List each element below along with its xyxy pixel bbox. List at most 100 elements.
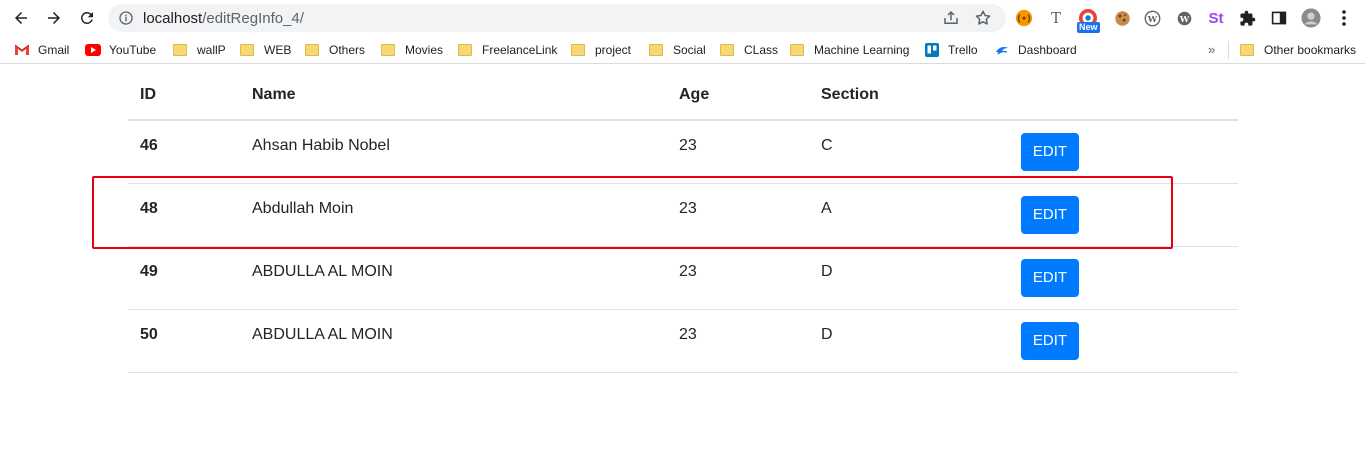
bookmark-youtube[interactable]: YouTube xyxy=(85,41,156,59)
folder-icon xyxy=(790,44,804,56)
folder-icon xyxy=(240,44,254,56)
forward-button[interactable] xyxy=(42,6,66,30)
wordpress-icon[interactable]: W xyxy=(1142,8,1162,28)
url-text[interactable]: localhost/editRegInfo_4/ xyxy=(143,10,304,27)
side-panel-icon[interactable] xyxy=(1269,8,1289,28)
wordpress-secondary-icon[interactable]: W xyxy=(1174,8,1194,28)
cell-section-value: D xyxy=(821,325,833,343)
browser-toolbar: localhost/editRegInfo_4/ (•) T New W W S… xyxy=(0,0,1365,36)
t-extension-icon[interactable]: T xyxy=(1046,8,1066,28)
other-bookmarks-label: Other bookmarks xyxy=(1264,43,1357,57)
back-button[interactable] xyxy=(9,6,33,30)
svg-text:W: W xyxy=(1178,14,1189,24)
cell-section-value: A xyxy=(821,199,832,217)
folder-icon xyxy=(571,44,585,56)
table-row: 50 ABDULLA AL MOIN 23 D EDIT xyxy=(128,309,1238,373)
table-row: 46 Ahsan Habib Nobel 23 C EDIT xyxy=(128,120,1238,184)
folder-icon xyxy=(305,44,319,56)
folder-icon xyxy=(720,44,734,56)
cell-age: 23 xyxy=(667,309,809,373)
bookmarks-bar: Gmail YouTube wallP WEB Others Movies Fr… xyxy=(0,36,1365,64)
cell-section: A EDIT xyxy=(809,183,1238,247)
bookmark-label: Machine Learning xyxy=(814,43,910,57)
bookmark-label: Others xyxy=(329,43,366,57)
table-row: 48 Abdullah Moin 23 A EDIT xyxy=(128,183,1238,247)
bookmark-star-icon[interactable] xyxy=(974,9,992,27)
bookmark-label: Movies xyxy=(405,43,444,57)
forward-arrow-icon xyxy=(48,12,60,24)
edit-button[interactable]: EDIT xyxy=(1021,133,1079,171)
cell-name: Abdullah Moin xyxy=(240,183,667,247)
svg-text:W: W xyxy=(1146,14,1157,24)
cell-name: ABDULLA AL MOIN xyxy=(240,309,667,373)
address-bar[interactable]: localhost/editRegInfo_4/ xyxy=(108,4,1006,32)
cell-name: Ahsan Habib Nobel xyxy=(240,120,667,184)
youtube-icon xyxy=(85,43,101,57)
column-header-age: Age xyxy=(667,70,809,121)
cookie-icon[interactable] xyxy=(1112,8,1132,28)
folder-icon xyxy=(1240,44,1254,56)
table-row: 49 ABDULLA AL MOIN 23 D EDIT xyxy=(128,246,1238,310)
bookmark-label: WEB xyxy=(264,43,292,57)
bookmark-label: Social xyxy=(673,43,706,57)
url-host: localhost xyxy=(143,10,203,27)
cell-id: 48 xyxy=(128,183,240,247)
bookmark-wallp[interactable]: wallP xyxy=(173,41,226,59)
trello-icon xyxy=(924,43,940,57)
bookmark-label: Dashboard xyxy=(1018,43,1077,57)
cell-section-value: D xyxy=(821,262,833,280)
folder-icon xyxy=(173,44,187,56)
edit-button[interactable]: EDIT xyxy=(1021,195,1079,234)
share-icon[interactable] xyxy=(942,9,960,27)
bookmarks-divider xyxy=(1228,41,1229,59)
bookmark-label: wallP xyxy=(197,43,226,57)
edit-button[interactable]: EDIT xyxy=(1021,321,1079,360)
reload-icon xyxy=(81,12,93,24)
bookmark-label: Gmail xyxy=(38,43,70,57)
column-header-name: Name xyxy=(240,70,667,121)
bookmark-others[interactable]: Others xyxy=(305,41,365,59)
edit-button[interactable]: EDIT xyxy=(1021,258,1079,297)
bookmark-web[interactable]: WEB xyxy=(240,41,291,59)
info-icon[interactable] xyxy=(118,10,134,26)
column-header-section: Section xyxy=(809,70,1238,121)
svg-text:(•): (•) xyxy=(1017,15,1031,25)
back-arrow-icon xyxy=(15,12,27,24)
bookmark-social[interactable]: Social xyxy=(649,41,706,59)
bookmark-dashboard[interactable]: Dashboard xyxy=(994,41,1077,59)
cell-section: D EDIT xyxy=(809,309,1238,373)
st-extension-icon[interactable]: St xyxy=(1206,8,1226,28)
cell-id: 49 xyxy=(128,246,240,310)
folder-icon xyxy=(381,44,395,56)
reload-button[interactable] xyxy=(75,6,99,30)
cell-section-value: C xyxy=(821,137,833,154)
cell-age: 23 xyxy=(667,120,809,184)
bookmark-gmail[interactable]: Gmail xyxy=(14,41,69,59)
new-badge: New xyxy=(1077,22,1100,33)
bookmark-freelancelink[interactable]: FreelanceLink xyxy=(458,41,557,59)
cell-age: 23 xyxy=(667,246,809,310)
bookmark-label: Trello xyxy=(948,43,978,57)
bookmark-class[interactable]: CLass xyxy=(720,41,778,59)
cell-name: ABDULLA AL MOIN xyxy=(240,246,667,310)
bookmark-label: CLass xyxy=(744,43,779,57)
bookmarks-overflow-button[interactable]: » xyxy=(1208,42,1215,57)
bookmark-trello[interactable]: Trello xyxy=(924,41,978,59)
other-bookmarks[interactable]: Other bookmarks xyxy=(1240,41,1356,59)
browser-menu-icon[interactable] xyxy=(1334,8,1354,28)
gmail-icon xyxy=(14,43,30,57)
cell-section: D EDIT xyxy=(809,246,1238,310)
registration-table: ID Name Age Section 46 Ahsan Habib Nobel… xyxy=(128,70,1238,373)
extension-orange-icon[interactable]: (•) xyxy=(1014,8,1034,28)
puzzle-icon[interactable] xyxy=(1237,8,1257,28)
dashboard-icon xyxy=(994,43,1010,57)
bookmark-movies[interactable]: Movies xyxy=(381,41,443,59)
cell-age: 23 xyxy=(667,183,809,247)
bookmark-project[interactable]: project xyxy=(571,41,631,59)
bookmark-label: FreelanceLink xyxy=(482,43,558,57)
cell-section: C EDIT xyxy=(809,120,1238,184)
folder-icon xyxy=(458,44,472,56)
profile-avatar[interactable] xyxy=(1301,8,1321,28)
bookmark-machine-learning[interactable]: Machine Learning xyxy=(790,41,909,59)
folder-icon xyxy=(649,44,663,56)
